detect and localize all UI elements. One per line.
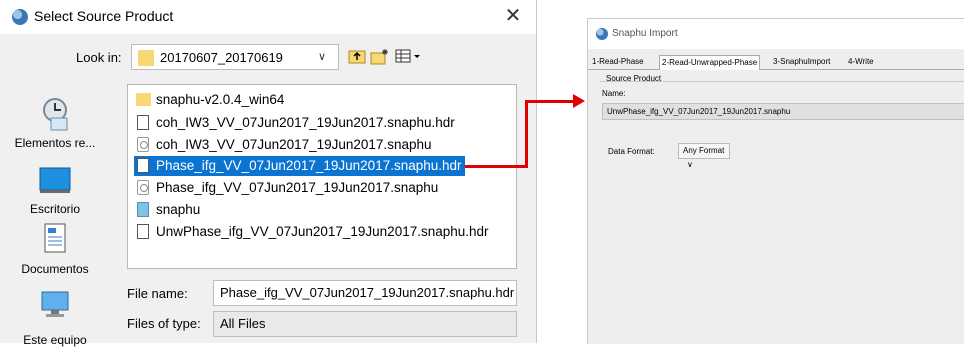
places-label: Escritorio xyxy=(29,202,80,216)
file-name-text: snaphu xyxy=(156,202,201,217)
file-name-text: snaphu-v2.0.4_win64 xyxy=(156,92,285,107)
name-label: Name: xyxy=(602,89,626,98)
places-desktop[interactable]: Escritorio xyxy=(0,166,110,221)
data-format-value: Any Format xyxy=(683,146,725,155)
file-list-item[interactable]: snaphu-v2.0.4_win64 xyxy=(134,90,287,110)
computer-icon xyxy=(39,290,71,322)
dialog-title-bar: Select Source Product ✕ xyxy=(0,0,536,34)
annotation-arrow-vertical xyxy=(525,100,528,168)
places-label: Documentos xyxy=(21,262,89,276)
file-name-text: Phase_ifg_VV_07Jun2017_19Jun2017.snaphu.… xyxy=(156,158,462,173)
places-label: Este equipo xyxy=(23,333,87,347)
data-format-label: Data Format: xyxy=(608,147,655,156)
folder-icon xyxy=(136,93,151,106)
file-name-label: File name: xyxy=(127,286,188,301)
snaphu-import-window: Snaphu Import 1-Read-Phase 2-Read-Unwrap… xyxy=(587,18,964,344)
annotation-arrow-top xyxy=(525,100,575,103)
file-list-item[interactable]: UnwPhase_ifg_VV_07Jun2017_19Jun2017.snap… xyxy=(134,222,492,242)
tab-read-unwrapped-phase[interactable]: 2-Read-Unwrapped-Phase xyxy=(659,55,761,70)
annotation-arrow-head xyxy=(573,94,585,108)
look-in-dropdown[interactable]: 20170607_20170619 ∨ xyxy=(131,44,339,70)
close-icon[interactable]: ✕ xyxy=(500,4,526,28)
new-folder-icon[interactable] xyxy=(370,48,390,66)
snaphu-title: Snaphu Import xyxy=(612,28,678,39)
source-product-name-field[interactable]: UnwPhase_ifg_VV_07Jun2017_19Jun2017.snap… xyxy=(602,103,964,120)
data-format-dropdown[interactable]: Any Format ∨ xyxy=(678,143,730,169)
places-label: Elementos re... xyxy=(14,136,96,150)
places-documents[interactable]: Documentos xyxy=(0,222,110,282)
file-list-item[interactable]: Phase_ifg_VV_07Jun2017_19Jun2017.snaphu xyxy=(134,178,441,198)
places-computer[interactable]: Este equipo xyxy=(0,290,110,347)
document-icon xyxy=(137,158,149,173)
files-of-type-label: Files of type: xyxy=(127,316,201,331)
select-source-product-dialog: Select Source Product ✕ Look in: 2017060… xyxy=(0,0,537,347)
look-in-value: 20170607_20170619 xyxy=(160,50,283,65)
dialog-title: Select Source Product xyxy=(34,8,174,24)
places-recent-items[interactable]: Elementos re... xyxy=(0,96,110,156)
document-icon xyxy=(137,224,149,239)
file-list-item-selected[interactable]: Phase_ifg_VV_07Jun2017_19Jun2017.snaphu.… xyxy=(134,156,465,176)
up-folder-icon[interactable] xyxy=(347,48,367,66)
file-list-item[interactable]: coh_IW3_VV_07Jun2017_19Jun2017.snaphu.hd… xyxy=(134,113,458,133)
executable-icon xyxy=(137,202,149,217)
file-name-text: coh_IW3_VV_07Jun2017_19Jun2017.snaphu.hd… xyxy=(156,115,455,130)
snaphu-title-bar: Snaphu Import xyxy=(588,19,964,49)
file-name-input[interactable]: Phase_ifg_VV_07Jun2017_19Jun2017.snaphu.… xyxy=(213,280,517,306)
section-divider xyxy=(600,81,964,82)
file-list-item[interactable]: snaphu xyxy=(134,200,203,220)
look-in-label: Look in: xyxy=(76,50,122,65)
tab-read-phase[interactable]: 1-Read-Phase xyxy=(590,55,646,68)
annotation-arrow-horizontal xyxy=(465,165,527,168)
snap-app-icon xyxy=(12,9,28,25)
view-menu-icon[interactable] xyxy=(394,48,422,66)
recent-items-icon xyxy=(39,96,71,131)
desktop-icon xyxy=(39,166,71,198)
documents-icon xyxy=(39,222,71,254)
file-icon xyxy=(137,180,149,195)
snaphu-tab-bar: 1-Read-Phase 2-Read-Unwrapped-Phase 3-Sn… xyxy=(588,55,964,70)
tab-snaphu-import[interactable]: 3-SnaphuImport xyxy=(771,55,832,68)
files-of-type-dropdown[interactable]: All Files xyxy=(213,311,517,337)
file-name-text: UnwPhase_ifg_VV_07Jun2017_19Jun2017.snap… xyxy=(156,224,489,239)
file-list-item[interactable]: coh_IW3_VV_07Jun2017_19Jun2017.snaphu xyxy=(134,135,434,155)
chevron-down-icon: ∨ xyxy=(687,160,693,169)
file-name-text: Phase_ifg_VV_07Jun2017_19Jun2017.snaphu xyxy=(156,180,439,195)
tab-write[interactable]: 4-Write xyxy=(846,55,876,68)
file-name-text: coh_IW3_VV_07Jun2017_19Jun2017.snaphu xyxy=(156,137,432,152)
snap-app-icon xyxy=(596,28,608,40)
folder-icon xyxy=(138,50,154,66)
document-icon xyxy=(137,115,149,130)
file-icon xyxy=(137,137,149,152)
file-list[interactable]: snaphu-v2.0.4_win64 coh_IW3_VV_07Jun2017… xyxy=(127,84,517,269)
chevron-down-icon: ∨ xyxy=(318,51,327,63)
